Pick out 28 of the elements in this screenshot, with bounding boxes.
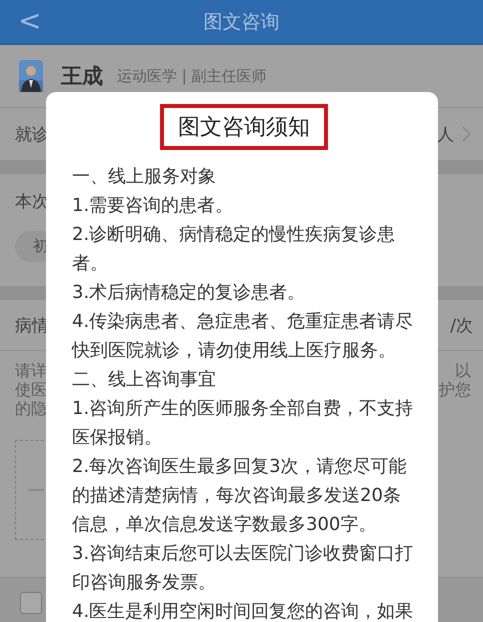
- dialog-title: 图文咨询须知: [160, 104, 328, 150]
- notice-paragraph: 2.诊断明确、病情稳定的慢性疾病复诊患者。: [72, 223, 396, 276]
- hint-text: 请详: [15, 361, 47, 380]
- section-gap: [0, 160, 46, 174]
- section-gap: [438, 160, 483, 174]
- page-title: 图文咨询: [204, 10, 280, 34]
- price-text: /次: [450, 314, 473, 336]
- notice-paragraph: 1.需要咨询的患者。: [72, 194, 234, 218]
- doctor-info: 运动医学 | 副主任医师: [117, 66, 267, 86]
- notice-paragraph: 2.每次咨询医生最多回复3次，请您尽可能的描述清楚病情，每次咨询最多发送20条信息，单次信息发送字数最多300字。: [72, 455, 408, 537]
- notice-paragraph: 4.传染病患者、急症患者、危重症患者请尽快到医院就诊，请勿使用线上医疗服务。: [72, 310, 414, 363]
- notice-paragraph: 二、线上咨询事宜: [72, 368, 217, 392]
- notice-paragraph: 1.咨询所产生的医师服务全部自费，不支持医保报销。: [72, 397, 414, 450]
- section-gap: [438, 286, 483, 300]
- hint-text: 以: [455, 361, 471, 380]
- back-button[interactable]: <: [18, 4, 42, 37]
- checkbox[interactable]: [20, 592, 42, 614]
- hint-text: 护您: [439, 380, 471, 399]
- hint-text: 使医: [15, 380, 47, 399]
- chevron-icon: [462, 126, 471, 142]
- section-gap: [0, 286, 46, 300]
- notice-paragraph: 3.咨询结束后您可以去医院门诊收费窗口打印咨询服务发票。: [72, 542, 414, 595]
- hint-text: 的隐: [15, 399, 47, 418]
- notice-paragraph: 一、线上服务对象: [72, 165, 217, 189]
- notice-paragraph: 4.医生是利用空闲时间回复您的咨询，如果: [72, 600, 414, 622]
- field-value: 人: [437, 124, 454, 146]
- notice-paragraph: 3.术后病情稳定的复诊患者。: [72, 281, 306, 305]
- doctor-name: 王成: [61, 63, 103, 90]
